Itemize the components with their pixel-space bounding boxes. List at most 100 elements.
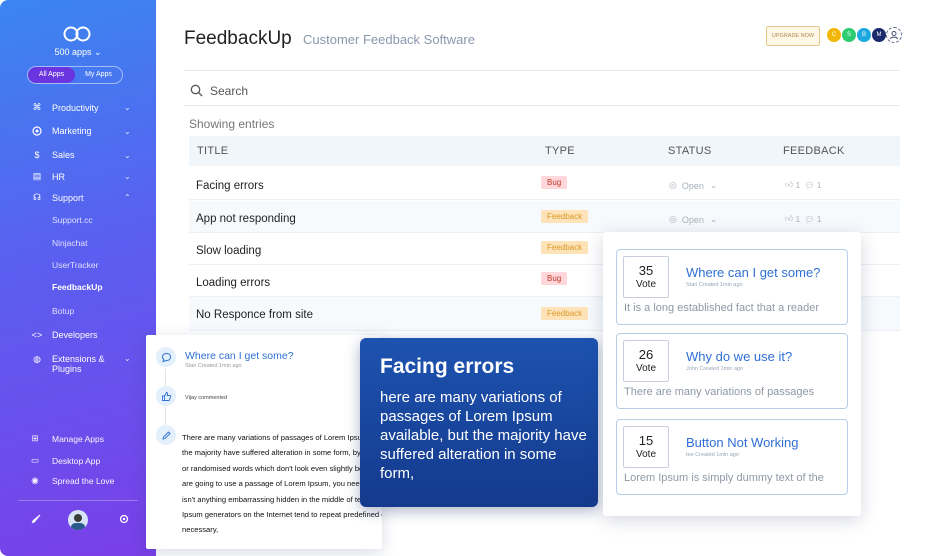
vote-card[interactable]: 35 Vote Where can I get some? Stan Creat… (616, 249, 848, 325)
avatar-s[interactable]: S (841, 27, 857, 43)
avatar-m[interactable]: M (871, 27, 887, 43)
vote-button[interactable]: 35 Vote (623, 256, 669, 298)
nav-productivity[interactable]: ⌘ Productivity ⌄ (0, 102, 156, 113)
column-type[interactable]: TYPE (545, 145, 575, 157)
team-avatars[interactable]: C S B M (826, 27, 902, 43)
column-title[interactable]: TITLE (197, 145, 228, 157)
nav-hr[interactable]: ▤ HR ⌄ (0, 171, 156, 182)
vote-excerpt: Lorem Ipsum is simply dummy text of the (624, 472, 824, 484)
row-title: Loading errors (196, 277, 271, 289)
status-dropdown[interactable]: ◎ Open ⌄ (669, 214, 717, 225)
logo-icon (63, 26, 91, 42)
like-icon[interactable]: 👍︎ (785, 214, 793, 224)
vote-count: 15 (638, 433, 654, 448)
chevron-down-icon: ⌄ (124, 150, 131, 160)
chevron-down-icon: ⌄ (124, 103, 131, 112)
vote-question[interactable]: Button Not Working (686, 435, 798, 450)
chevron-up-icon: ⌃ (124, 193, 131, 202)
timeline-line (165, 407, 166, 425)
comment-icon[interactable]: 💬︎ (805, 215, 815, 224)
issue-popup: Facing errors here are many variations o… (360, 338, 598, 507)
row-title: Facing errors (196, 180, 264, 192)
comment-icon (156, 347, 176, 367)
nav-spread-love[interactable]: ◉ Spread the Love (0, 475, 156, 486)
comment-meta: Stan Created 1min ago (185, 363, 242, 369)
command-icon: ⌘ (32, 102, 42, 112)
apps-count[interactable]: 500 apps ⌄ (0, 47, 156, 58)
chevron-down-icon: ⌄ (124, 354, 131, 363)
vote-meta: John Created 1min ago (686, 366, 744, 372)
all-apps-tab[interactable]: All Apps (28, 67, 75, 83)
nav-extensions-label2: Plugins (52, 364, 82, 374)
comment-thread-card: Where can I get some? Stan Created 1min … (146, 335, 382, 549)
vote-button[interactable]: 15 Vote (623, 426, 669, 468)
avatar[interactable] (68, 510, 88, 530)
sidebar: 500 apps ⌄ All Apps My Apps ⌘ Productivi… (0, 0, 156, 556)
nav-sales[interactable]: $ Sales ⌄ (0, 150, 156, 160)
page-title: FeedbackUp (184, 28, 292, 49)
sidebar-item-usertracker[interactable]: UserTracker (52, 260, 98, 270)
avatar-c[interactable]: C (826, 27, 842, 43)
nav-desktop-app[interactable]: ▭ Desktop App (0, 455, 156, 466)
vote-question[interactable]: Where can I get some? (686, 265, 820, 280)
type-badge: Feedback (541, 210, 589, 223)
nav-marketing[interactable]: Marketing ⌄ (0, 126, 156, 136)
vote-panel: 35 Vote Where can I get some? Stan Creat… (603, 232, 861, 516)
avatar-b[interactable]: B (856, 27, 872, 43)
feedback-counts: 👍︎ 1 💬︎ 1 (785, 214, 822, 224)
chevron-down-icon: ⌄ (124, 126, 131, 136)
sidebar-item-supportcc[interactable]: Support.cc (52, 215, 93, 225)
column-status[interactable]: STATUS (668, 145, 712, 157)
nav-extensions[interactable]: ◍ Extensions & Plugins ⌄ (0, 354, 156, 374)
vote-card[interactable]: 15 Vote Button Not Working tee Created 1… (616, 419, 848, 495)
vote-count: 35 (638, 263, 654, 278)
gear-icon[interactable] (118, 512, 130, 530)
comment-icon[interactable]: 💬︎ (805, 181, 815, 190)
vote-meta: Stan Created 1min ago (686, 282, 743, 288)
like-icon[interactable]: 👍︎ (785, 180, 793, 190)
vote-button[interactable]: 26 Vote (623, 340, 669, 382)
search-bar[interactable]: Search (184, 76, 900, 106)
search-icon (190, 84, 203, 97)
apps-toggle[interactable]: All Apps My Apps (27, 66, 123, 84)
status-dropdown[interactable]: ◎ Open ⌄ (669, 180, 717, 191)
sidebar-divider (18, 500, 138, 501)
my-apps-tab[interactable]: My Apps (75, 67, 122, 83)
sidebar-item-feedbackup[interactable]: FeedbackUp (52, 282, 103, 292)
popup-title: Facing errors (380, 355, 515, 378)
search-input[interactable]: Search (210, 84, 248, 98)
nav-extensions-label: Extensions & (52, 354, 105, 364)
popup-body: here are many variations of passages of … (380, 389, 587, 482)
sidebar-item-ninjachat[interactable]: Ninjachat (52, 238, 87, 248)
thumbs-up-icon (156, 386, 176, 406)
chevron-down-icon: ⌄ (94, 47, 102, 57)
dollar-icon: $ (34, 150, 40, 160)
extensions-icon: ◍ (33, 354, 41, 364)
vote-question[interactable]: Why do we use it? (686, 349, 792, 364)
sidebar-item-botup[interactable]: Botup (52, 306, 74, 316)
comment-text: There are many variations of passages of… (182, 433, 382, 535)
target-icon (30, 126, 44, 136)
chevron-down-icon: ⌄ (709, 214, 718, 224)
type-badge: Feedback (541, 307, 589, 320)
column-feedback[interactable]: FEEDBACK (783, 145, 845, 157)
table-row[interactable]: Facing errors Bug ◎ Open ⌄ 👍︎ 1 💬︎ 1 (189, 168, 900, 200)
comment-activity: Vijay commented (185, 395, 228, 401)
row-title: No Responce from site (196, 309, 313, 321)
nav-manage-apps[interactable]: ⊞ Manage Apps (0, 433, 156, 444)
add-user-icon[interactable] (886, 27, 902, 43)
comment-question[interactable]: Where can I get some? (185, 350, 294, 362)
nav-developers[interactable]: <> Developers (0, 330, 156, 340)
grid-icon: ⊞ (31, 433, 39, 443)
page-subtitle: Customer Feedback Software (303, 32, 475, 47)
vote-label: Vote (635, 279, 657, 290)
table-row[interactable]: App not responding Feedback ◎ Open ⌄ 👍︎ … (189, 201, 900, 233)
rocket-icon[interactable] (30, 512, 42, 530)
upgrade-button[interactable]: UPGRADE NOW (766, 26, 820, 46)
row-title: App not responding (196, 213, 296, 225)
vote-count: 26 (638, 347, 654, 362)
nav-support[interactable]: ☊ Support ⌃ (0, 192, 156, 203)
vote-card[interactable]: 26 Vote Why do we use it? John Created 1… (616, 333, 848, 409)
type-badge: Bug (541, 272, 568, 285)
showing-entries: Showing entries (189, 117, 275, 131)
